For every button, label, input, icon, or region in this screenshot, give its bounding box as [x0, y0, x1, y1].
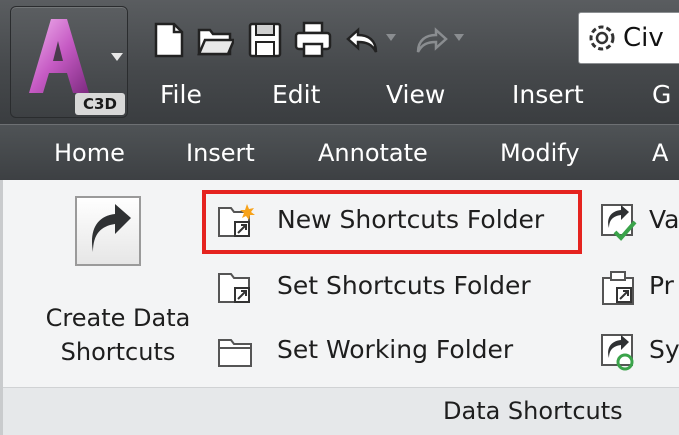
undo-dropdown-icon[interactable]: [386, 34, 396, 42]
menu-more[interactable]: G: [652, 80, 671, 109]
highlight-annotation: [202, 190, 582, 254]
ribbon-tab-bar: Home Insert Annotate Modify A: [0, 124, 679, 180]
product-badge: C3D: [75, 93, 125, 115]
synchronize-shortcuts-label: Sy: [649, 335, 679, 364]
set-working-folder-label: Set Working Folder: [277, 335, 514, 364]
sync-icon: [601, 334, 634, 371]
create-data-shortcuts-button[interactable]: Create Data Shortcuts: [33, 192, 203, 370]
set-shortcuts-folder-label: Set Shortcuts Folder: [277, 271, 531, 300]
validate-shortcuts-label: Va: [649, 205, 679, 234]
title-bar: C3D Civ File Edit View Insert G: [0, 0, 679, 124]
application-menu-button[interactable]: C3D: [10, 6, 128, 118]
chevron-down-icon: [111, 53, 123, 61]
open-folder-icon[interactable]: [196, 20, 234, 60]
menu-file[interactable]: File: [160, 80, 202, 109]
tab-insert[interactable]: Insert: [186, 139, 255, 167]
tab-more[interactable]: A: [652, 139, 668, 167]
print-icon[interactable]: [294, 20, 332, 60]
tab-modify[interactable]: Modify: [500, 139, 580, 167]
create-data-shortcuts-label-line1: Create Data: [45, 304, 191, 332]
workspace-name: Civ: [623, 23, 664, 53]
folder-icon: [218, 339, 252, 367]
panel-title: Data Shortcuts: [443, 397, 623, 425]
menu-edit[interactable]: Edit: [272, 80, 320, 109]
redo-icon[interactable]: [412, 20, 450, 60]
new-file-icon[interactable]: [150, 20, 188, 60]
validate-icon: [601, 204, 637, 241]
tab-home[interactable]: Home: [54, 139, 125, 167]
shortcut-arrow-icon: [75, 196, 141, 266]
set-folder-icon: [218, 273, 250, 303]
promote-shortcuts-label: Pr: [649, 271, 674, 300]
workspace-switcher[interactable]: Civ: [578, 12, 679, 64]
undo-icon[interactable]: [344, 20, 382, 60]
menu-insert[interactable]: Insert: [512, 80, 584, 109]
redo-dropdown-icon[interactable]: [454, 34, 464, 42]
save-icon[interactable]: [246, 20, 284, 60]
create-data-shortcuts-label-line2: Shortcuts: [60, 338, 176, 366]
promote-icon: [602, 271, 634, 305]
ribbon-panel-title-bar[interactable]: Data Shortcuts: [3, 387, 679, 435]
gear-icon: [589, 25, 615, 51]
civil3d-logo-icon: [29, 19, 89, 93]
tab-annotate[interactable]: Annotate: [318, 139, 428, 167]
menu-view[interactable]: View: [386, 80, 445, 109]
